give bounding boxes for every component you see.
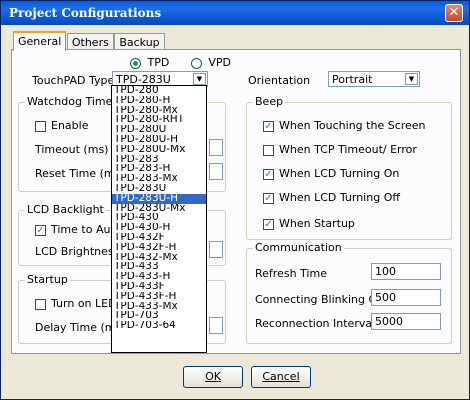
led-checkbox[interactable] xyxy=(35,298,46,310)
dropdown-option[interactable]: TPD-433 xyxy=(112,262,206,272)
blink-cycle-input[interactable]: 500 xyxy=(371,289,441,306)
dropdown-option[interactable]: TPD-280-RHT xyxy=(112,115,206,125)
beep-startup-label: When Startup xyxy=(279,217,355,230)
dropdown-option[interactable]: TPD-283-H xyxy=(112,164,206,174)
dropdown-option[interactable]: TPD-280-H xyxy=(112,96,206,106)
project-configurations-dialog: Project Configurations ✕ General Others … xyxy=(0,0,470,400)
dropdown-option[interactable]: TPD-433F xyxy=(112,282,206,292)
tpd-radio-group: TPD VPD xyxy=(130,56,231,69)
vpd-radio[interactable] xyxy=(190,57,202,69)
beep-item-tcp-timeout[interactable]: When TCP Timeout/ Error xyxy=(263,143,417,156)
dropdown-option[interactable]: TPD-280 xyxy=(112,86,206,96)
dropdown-option[interactable]: TPD-430 xyxy=(112,213,206,223)
beep-startup-checkbox[interactable]: ✓ xyxy=(263,218,274,230)
beep-item-lcd-off[interactable]: ✓ When LCD Turning Off xyxy=(263,191,400,204)
tpd-label: TPD xyxy=(147,56,170,69)
ok-label: OK xyxy=(205,370,221,383)
cancel-label: Cancel xyxy=(262,370,300,383)
watchdog-enable-label: Enable xyxy=(51,119,89,132)
beep-touching-label: When Touching the Screen xyxy=(279,119,426,132)
startup-title: Startup xyxy=(25,273,70,286)
tpd-radio[interactable] xyxy=(130,57,141,69)
dropdown-option[interactable]: TPD-280U xyxy=(112,125,206,135)
beep-item-startup[interactable]: ✓ When Startup xyxy=(263,217,355,230)
beep-lcd-on-label: When LCD Turning On xyxy=(279,167,400,180)
touchpad-type-label: TouchPAD Type xyxy=(32,74,115,87)
timeout-input[interactable] xyxy=(209,139,223,156)
dropdown-option[interactable]: TPD-433F-H xyxy=(112,292,206,302)
cancel-button[interactable]: Cancel xyxy=(251,366,311,388)
beep-lcd-off-checkbox[interactable]: ✓ xyxy=(263,192,274,204)
dropdown-option[interactable]: TPD-433-Mx xyxy=(112,302,206,312)
close-button[interactable]: ✕ xyxy=(445,4,463,22)
window-title: Project Configurations xyxy=(9,6,162,20)
lcd-brightness-input[interactable] xyxy=(209,241,223,258)
lcd-backlight-title: LCD Backlight xyxy=(25,203,106,216)
beep-item-touching[interactable]: ✓ When Touching the Screen xyxy=(263,119,426,132)
beep-lcd-off-label: When LCD Turning Off xyxy=(279,191,400,204)
timeout-label: Timeout (ms) xyxy=(35,143,109,156)
tab-general[interactable]: General xyxy=(13,31,67,51)
dropdown-option[interactable]: TPD-283U-H xyxy=(112,193,206,204)
reconnect-interval-input[interactable]: 5000 xyxy=(371,313,441,330)
beep-touching-checkbox[interactable]: ✓ xyxy=(263,120,274,132)
dropdown-option[interactable]: TPD-280U-Mx xyxy=(112,145,206,155)
beep-tcp-label: When TCP Timeout/ Error xyxy=(279,143,417,156)
orientation-label: Orientation xyxy=(248,74,311,87)
auto-off-checkbox[interactable]: ✓ xyxy=(35,224,46,236)
orientation-select[interactable]: Portrait ▼ xyxy=(328,71,420,87)
orientation-value: Portrait xyxy=(332,73,373,86)
dropdown-option[interactable]: TPD-283-Mx xyxy=(112,174,206,184)
communication-title: Communication xyxy=(253,241,344,254)
dropdown-option[interactable]: TPD-432F-H xyxy=(112,243,206,253)
dropdown-option[interactable]: TPD-703 xyxy=(112,311,206,321)
beep-lcd-on-checkbox[interactable]: ✓ xyxy=(263,168,274,180)
beep-title: Beep xyxy=(253,95,286,108)
reset-time-input[interactable] xyxy=(209,163,223,180)
dropdown-option[interactable]: TPD-280-Mx xyxy=(112,106,206,116)
close-icon: ✕ xyxy=(448,5,460,20)
vpd-label: VPD xyxy=(208,56,231,69)
communication-group: Communication Refresh Time 100 Connectin… xyxy=(246,241,452,344)
refresh-time-input[interactable]: 100 xyxy=(371,263,441,280)
lcd-brightness-label: LCD Brightness xyxy=(35,245,120,258)
touchpad-type-dropdown-list[interactable]: TPD-280 TPD-280-H TPD-280-Mx TPD-280-RHT TPD… xyxy=(111,85,207,353)
dropdown-option[interactable]: TPD-283U xyxy=(112,184,206,194)
chevron-down-icon[interactable]: ▼ xyxy=(193,73,206,85)
watchdog-title: Watchdog Timer xyxy=(25,95,119,108)
ok-button[interactable]: OK xyxy=(183,366,243,388)
reconnect-interval-label: Reconnection Interval xyxy=(255,317,376,330)
watchdog-enable-checkbox[interactable] xyxy=(35,120,46,132)
dropdown-option[interactable]: TPD-283 xyxy=(112,155,206,165)
beep-tcp-checkbox[interactable] xyxy=(263,144,274,156)
beep-item-lcd-on[interactable]: ✓ When LCD Turning On xyxy=(263,167,399,180)
beep-group: Beep ✓ When Touching the Screen When TCP … xyxy=(246,95,452,240)
general-panel: TPD VPD TouchPAD Type TPD-283U ▼ Orienta… xyxy=(11,49,461,354)
dropdown-option[interactable]: TPD-280U-H xyxy=(112,135,206,145)
dropdown-option[interactable]: TPD-433-H xyxy=(112,272,206,282)
delay-time-input[interactable] xyxy=(209,317,223,334)
tab-strip: General Others Backup xyxy=(13,31,165,51)
chevron-down-icon[interactable]: ▼ xyxy=(405,73,418,85)
dropdown-option[interactable]: TPD-283U-Mx xyxy=(112,204,206,214)
dropdown-option[interactable]: TPD-703-64 xyxy=(112,321,206,331)
watchdog-enable-row[interactable]: Enable xyxy=(35,119,88,132)
dropdown-option[interactable]: TPD-432-Mx xyxy=(112,253,206,263)
refresh-time-label: Refresh Time xyxy=(255,267,327,280)
dropdown-option[interactable]: TPD-430-H xyxy=(112,223,206,233)
title-bar: Project Configurations xyxy=(1,1,469,25)
dropdown-option[interactable]: TPD-432F xyxy=(112,233,206,243)
